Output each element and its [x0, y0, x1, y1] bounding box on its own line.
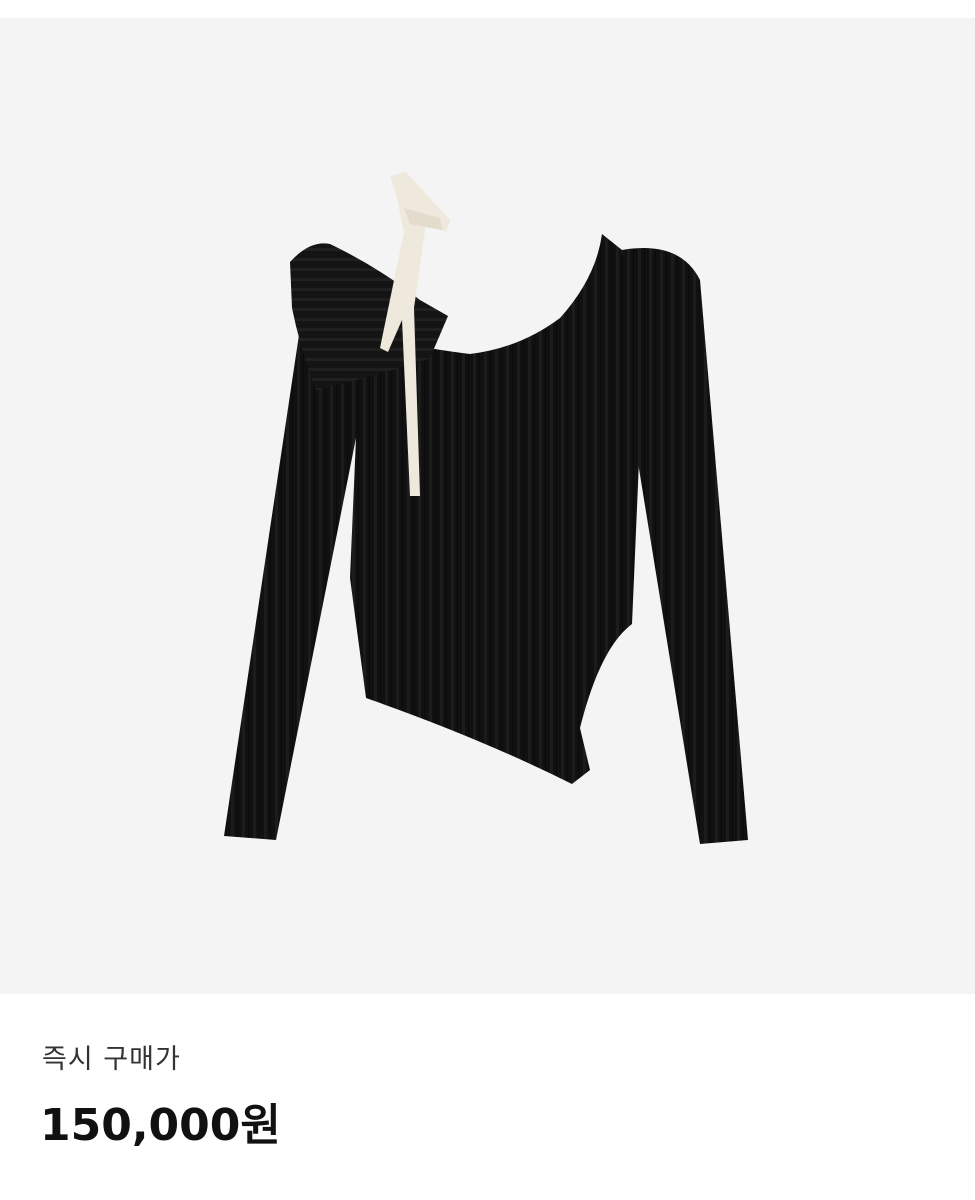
- top-strip: [0, 0, 975, 18]
- product-image[interactable]: [0, 18, 975, 994]
- black-ribbed-knit-top-icon: [224, 172, 748, 844]
- right-sleeve: [622, 248, 748, 844]
- product-detail-page: 즉시 구매가 150,000원: [0, 0, 975, 1200]
- price-value: 150,000원: [40, 1100, 281, 1151]
- price-label: 즉시 구매가: [42, 1044, 181, 1075]
- price-panel: 즉시 구매가 150,000원: [0, 994, 975, 1200]
